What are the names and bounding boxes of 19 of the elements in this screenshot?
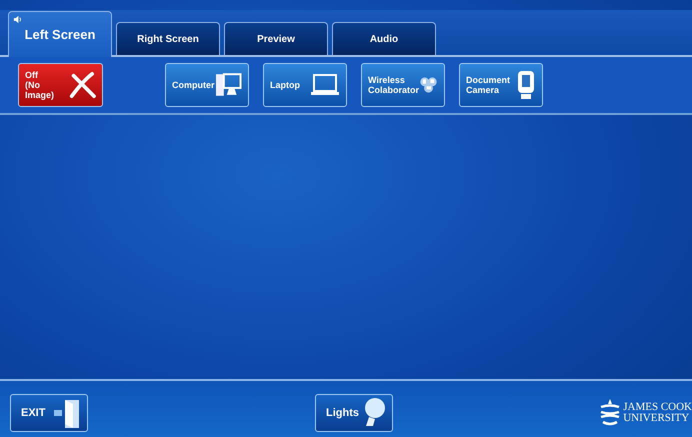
door-icon [53, 398, 81, 428]
lights-button[interactable]: Lights [315, 394, 393, 432]
exit-button[interactable]: EXIT [10, 394, 88, 432]
source-button[interactable]: Laptop [263, 63, 347, 107]
tab[interactable]: Preview [224, 22, 328, 55]
source-button[interactable]: Document Camera [459, 63, 543, 107]
laptop-icon [310, 73, 340, 97]
light-bulb-icon [362, 397, 386, 429]
tab[interactable]: Left Screen [8, 11, 112, 57]
document-camera-icon [516, 70, 536, 100]
source-button[interactable]: Off (No Image) [18, 63, 103, 107]
source-button[interactable]: Computer [165, 63, 249, 107]
university-name: JAMES COOK UNIVERSITY [623, 402, 692, 424]
desktop-computer-icon [214, 71, 242, 99]
tab[interactable]: Audio [332, 22, 436, 55]
cross-icon [68, 71, 96, 99]
tab[interactable]: Right Screen [116, 22, 220, 55]
source-button[interactable]: Wireless Colaborator [361, 63, 445, 107]
logo-icon [599, 399, 622, 427]
